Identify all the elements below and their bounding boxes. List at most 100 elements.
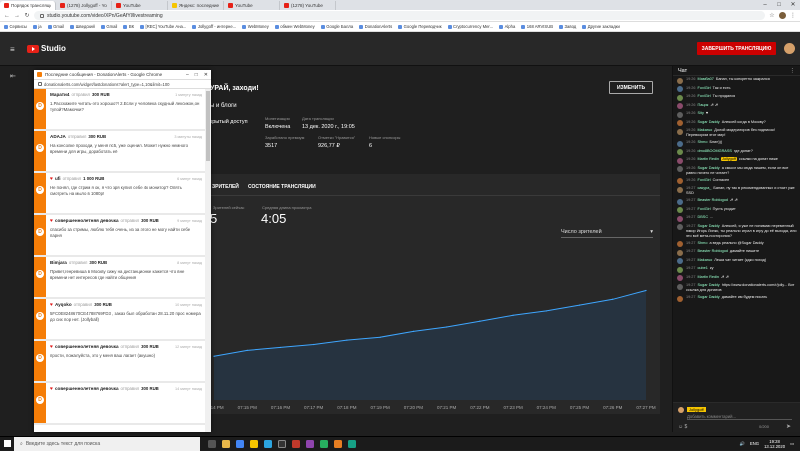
speaker-icon[interactable]: 🔊	[740, 441, 745, 447]
back-icon[interactable]: ←	[4, 13, 10, 19]
chat-avatar[interactable]	[677, 140, 683, 147]
chat-author[interactable]: DBSC	[698, 215, 709, 219]
app-icon[interactable]	[320, 439, 328, 448]
chat-avatar[interactable]	[677, 149, 683, 155]
account-avatar[interactable]	[784, 43, 795, 54]
chat-avatar[interactable]	[677, 157, 683, 164]
chat-author[interactable]: Sugar Daddy	[698, 295, 720, 299]
browser-tab[interactable]: YouTube	[224, 1, 280, 10]
chat-avatar[interactable]	[677, 207, 683, 213]
edit-button[interactable]: ИЗМЕНИТЬ	[609, 81, 653, 94]
obs-icon[interactable]	[278, 439, 286, 448]
chat-author[interactable]: Shmo	[698, 241, 708, 245]
chat-avatar[interactable]	[677, 111, 683, 118]
hamburger-icon[interactable]: ≡	[10, 45, 15, 54]
chat-author[interactable]: Makaruo	[698, 258, 713, 262]
chat-author[interactable]: cube1	[698, 266, 708, 270]
chat-avatar[interactable]	[677, 215, 683, 222]
star-icon[interactable]: ☆	[769, 12, 775, 19]
bookmark-item[interactable]: Gmail	[47, 24, 64, 29]
studio-logo[interactable]: Studio	[27, 44, 66, 53]
chat-avatar[interactable]	[677, 241, 683, 247]
notifications-icon[interactable]: ▭	[790, 441, 794, 446]
chat-author[interactable]: сакура_	[698, 186, 712, 190]
bookmark-item[interactable]: [REC] YouTube Ана...	[140, 24, 186, 29]
bookmark-item[interactable]: Google Балла	[320, 24, 353, 29]
chat-author[interactable]: Beaster Roblogod	[698, 249, 728, 253]
chat-author[interactable]: FoxiGirl	[698, 207, 711, 211]
minimize-icon[interactable]: –	[186, 72, 189, 78]
task-view-icon[interactable]	[208, 439, 216, 448]
chat-avatar[interactable]	[677, 94, 683, 101]
bookmark-item[interactable]: 168 ARVISUB	[521, 24, 553, 29]
app-icon[interactable]	[292, 439, 300, 448]
bookmark-item[interactable]: обмен WebMoney	[274, 24, 315, 29]
chat-author[interactable]: Пацик	[698, 103, 709, 107]
browser-tab[interactable]: Яндекс: последние сообщения	[168, 1, 224, 10]
bookmark-item[interactable]: WebMoney	[242, 24, 269, 29]
chat-author[interactable]: Sugar Daddy	[698, 166, 720, 170]
chrome-icon[interactable]	[236, 439, 244, 448]
forward-icon[interactable]: →	[14, 13, 20, 19]
bookmark-item[interactable]: DonationAlerts	[359, 24, 392, 29]
chat-author[interactable]: Shmo	[698, 140, 708, 144]
chat-avatar[interactable]	[677, 166, 683, 172]
metric-select[interactable]: Число зрителей ▾	[561, 226, 653, 238]
chat-avatar[interactable]	[677, 275, 683, 281]
chat-avatar[interactable]	[677, 103, 683, 109]
taskbar-search[interactable]: ⌕ Введите здесь текст для поиска	[14, 436, 200, 451]
telegram-icon[interactable]	[264, 439, 272, 448]
chat-author[interactable]: FoxiGirl	[698, 86, 711, 90]
bookmark-item[interactable]: Другие закладки	[582, 24, 620, 29]
clock[interactable]: 19:28 13.12.2020	[764, 439, 785, 449]
chat-avatar[interactable]	[677, 249, 683, 256]
chat-avatar[interactable]	[677, 186, 683, 193]
chat-avatar[interactable]	[677, 178, 683, 184]
chat-author[interactable]: Sugar Daddy	[698, 283, 720, 287]
chat-author[interactable]: Sugar Daddy	[698, 224, 720, 228]
language-indicator[interactable]: ENG	[750, 441, 759, 446]
chat-author[interactable]: Sity	[698, 111, 704, 115]
minimize-icon[interactable]: –	[758, 0, 772, 10]
chat-input[interactable]: Добавить комментарий...	[687, 414, 792, 420]
more-icon[interactable]: ⋮	[790, 68, 796, 74]
start-button[interactable]	[0, 437, 14, 451]
close-icon[interactable]: ✕	[204, 72, 208, 78]
bookmark-item[interactable]: Alpha	[499, 24, 515, 29]
menu-icon[interactable]: ⋮	[790, 12, 796, 19]
chat-author[interactable]: Makaruo	[698, 128, 713, 132]
app-icon[interactable]	[334, 439, 342, 448]
chat-author[interactable]: Beaster Roblogod	[698, 198, 728, 202]
tab-viewers[interactable]: ЗРИТЕЛЕЙ	[212, 184, 239, 190]
chat-avatar[interactable]	[677, 295, 683, 302]
end-stream-button[interactable]: ЗАВЕРШИТЬ ТРАНСЛЯЦИЮ	[697, 42, 776, 55]
bookmark-item[interactable]: Jollygoff - интерне...	[192, 24, 236, 29]
tab-stream-health[interactable]: СОСТОЯНИЕ ТРАНСЛЯЦИИ	[248, 184, 316, 190]
browser-tab[interactable]: (1278) YouTube	[280, 1, 336, 10]
profile-avatar[interactable]	[779, 12, 786, 19]
chat-avatar[interactable]	[677, 77, 683, 84]
bookmark-item[interactable]: Google Переводчик	[398, 24, 442, 29]
app-icon[interactable]	[348, 439, 356, 448]
close-icon[interactable]: ✕	[786, 0, 800, 10]
chat-avatar[interactable]	[677, 283, 683, 290]
reload-icon[interactable]: ↻	[24, 12, 30, 19]
scrollbar-thumb[interactable]	[206, 91, 210, 161]
chat-author[interactable]: Martin Redin	[698, 157, 720, 161]
bookmark-item[interactable]: Cryptocurrency Mer...	[447, 24, 493, 29]
bookmark-item[interactable]: ja	[32, 24, 42, 29]
bookmark-item[interactable]: ВК	[123, 24, 134, 29]
url-input[interactable]: studio.youtube.com/video/XPn/GeAfYl/live…	[34, 11, 765, 20]
bookmark-item[interactable]: Шведский	[70, 24, 95, 29]
chat-avatar[interactable]	[677, 266, 683, 273]
send-icon[interactable]: ➤	[786, 423, 791, 430]
browser-tab[interactable]: Порядок трансляции - YouTube	[0, 1, 56, 10]
browser-tab[interactable]: (1278) Jollygoff - YouTube	[56, 1, 112, 10]
emoji-icon[interactable]: ☺ $	[678, 424, 687, 430]
bookmark-item[interactable]: Завод	[559, 24, 576, 29]
chat-author[interactable]: Sugar Daddy	[698, 120, 720, 124]
chat-avatar[interactable]	[677, 128, 683, 135]
scrollbar[interactable]	[205, 89, 211, 432]
exit-arrow-icon[interactable]: ⇤	[10, 72, 16, 80]
chat-author[interactable]: FoxiGirl	[698, 178, 711, 182]
